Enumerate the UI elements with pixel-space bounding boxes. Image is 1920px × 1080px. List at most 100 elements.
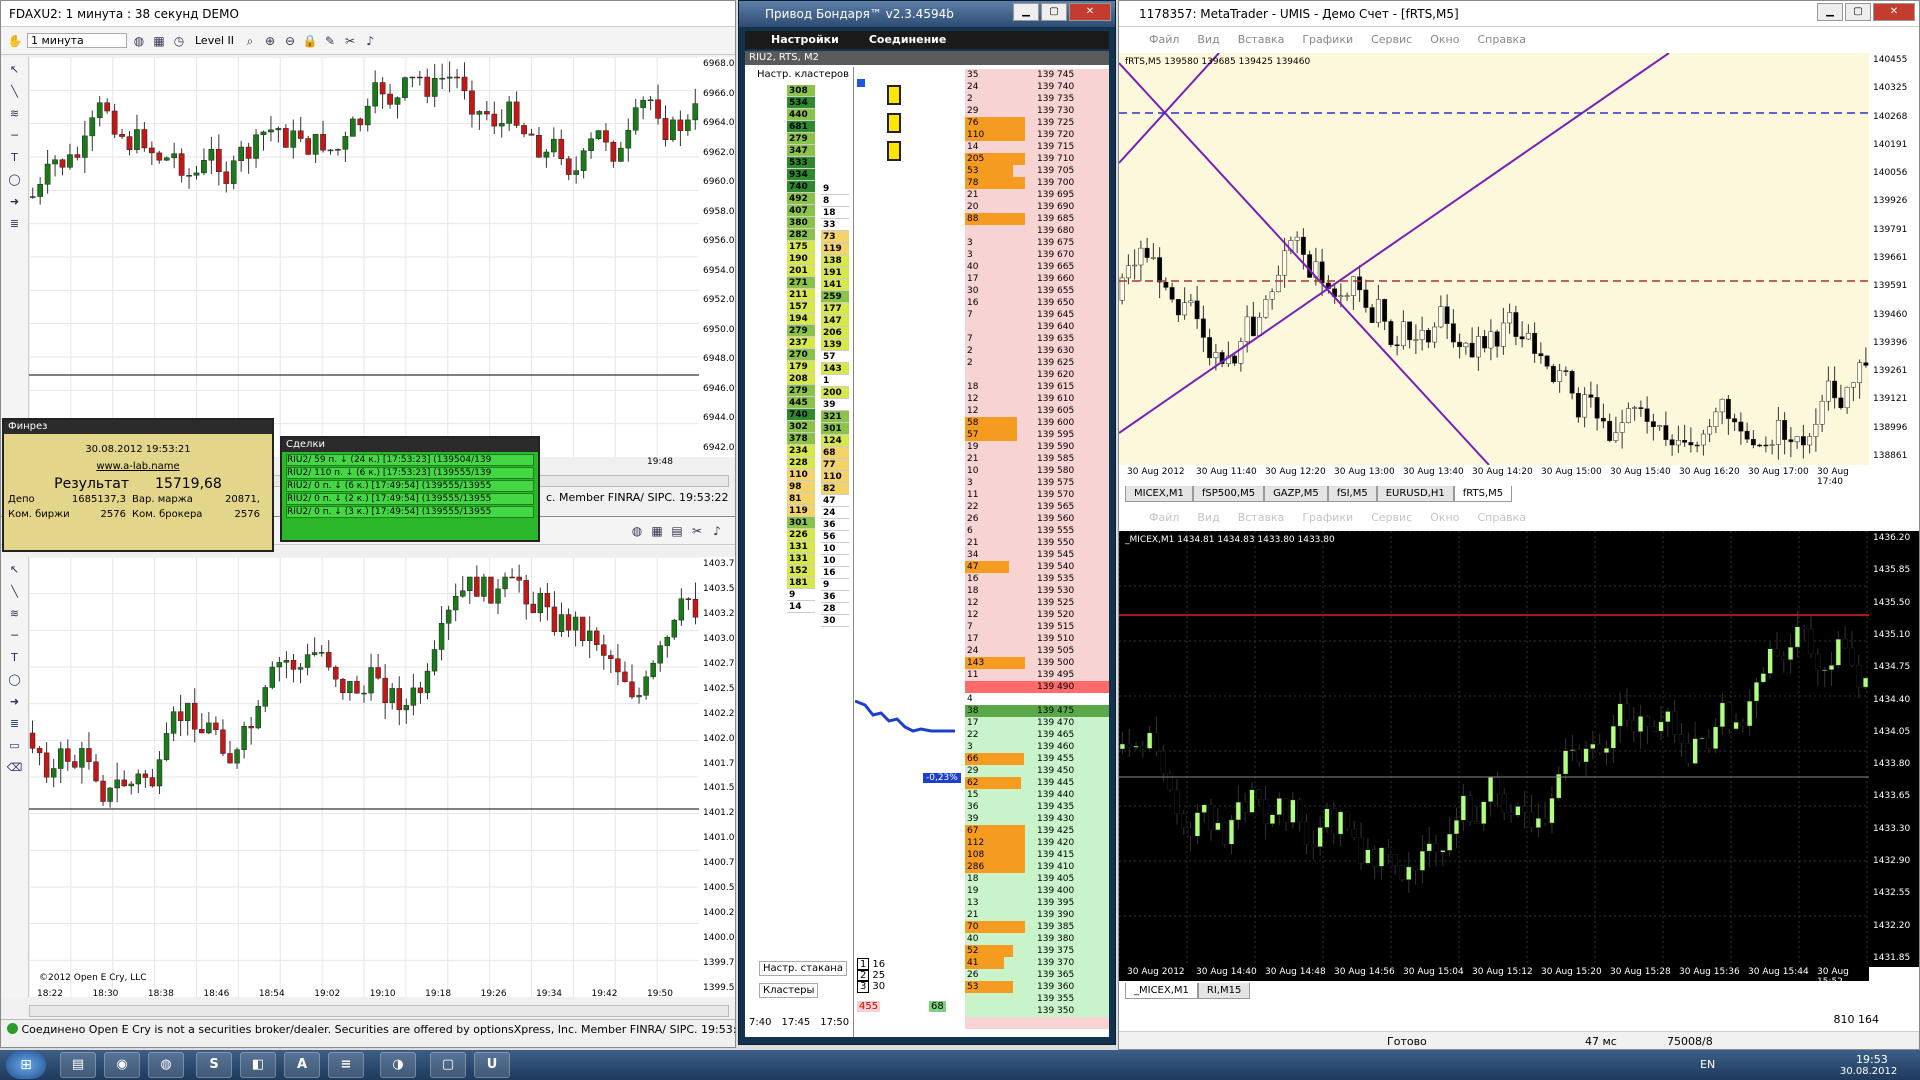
mt-menu-item[interactable]: Файл — [1149, 511, 1179, 524]
zoom-icon[interactable]: ⌕ — [242, 33, 258, 49]
price-row[interactable]: 52 139 375 — [965, 945, 1109, 957]
tray-time[interactable]: 19:53 — [1856, 1053, 1888, 1066]
price-row[interactable]: 110 139 720 — [965, 129, 1109, 141]
menu-settings[interactable]: Настройки — [771, 31, 839, 49]
price-row[interactable]: 3 139 670 — [965, 249, 1109, 261]
price-row[interactable]: 35 139 745 — [965, 69, 1109, 81]
price-row[interactable]: 40 139 665 — [965, 261, 1109, 273]
mt-menu-item[interactable]: Справка — [1477, 511, 1525, 524]
price-row[interactable]: 38 139 475 — [965, 705, 1109, 717]
taskbar-chrome-icon[interactable]: ◍ — [148, 1052, 184, 1078]
price-row[interactable]: 16 139 650 — [965, 297, 1109, 309]
lock-icon[interactable]: 🔒 — [302, 33, 318, 49]
ellipse-icon[interactable]: ◯ — [7, 173, 23, 189]
price-row[interactable]: 2 139 625 — [965, 357, 1109, 369]
price-row[interactable]: 58 139 600 — [965, 417, 1109, 429]
mt-chart-tab[interactable]: RI,M15 — [1197, 983, 1251, 999]
minimize-button[interactable]: ▁ — [1013, 3, 1039, 21]
taskbar-app-icon[interactable]: ◑ — [380, 1052, 416, 1078]
mt-chart-tab[interactable]: _MICEX,M1 — [1125, 983, 1198, 999]
hline-icon[interactable]: ─ — [7, 629, 23, 645]
taskbar-app-icon[interactable]: ≡ — [328, 1052, 364, 1078]
scissors-icon[interactable]: ✂ — [689, 523, 705, 539]
chart-icon[interactable]: ▤ — [669, 523, 685, 539]
price-row[interactable]: 57 139 595 — [965, 429, 1109, 441]
price-row[interactable]: 24 139 505 — [965, 645, 1109, 657]
oec-top-chart[interactable] — [29, 57, 699, 457]
text-icon[interactable]: T — [7, 151, 23, 167]
mt-menu-item[interactable]: Вид — [1197, 33, 1219, 46]
eraser-icon[interactable]: ⌫ — [7, 761, 23, 777]
price-row[interactable]: 3 139 675 — [965, 237, 1109, 249]
draw-icon[interactable]: ✎ — [322, 33, 338, 49]
ellipse-icon[interactable]: ◯ — [7, 673, 23, 689]
price-row[interactable]: 26 139 365 — [965, 969, 1109, 981]
price-row[interactable]: 3 139 575 — [965, 477, 1109, 489]
price-row[interactable]: 47 139 540 — [965, 561, 1109, 573]
mt-menu-item[interactable]: Вид — [1197, 511, 1219, 524]
mt-chart-tab[interactable]: fSP500,M5 — [1192, 486, 1265, 502]
finrez-site-link[interactable]: www.a-lab.name — [4, 461, 272, 472]
price-row[interactable]: 29 139 730 — [965, 105, 1109, 117]
price-row[interactable]: 40 139 380 — [965, 933, 1109, 945]
clusters-tab[interactable]: Кластеры — [759, 983, 819, 998]
mt-menu-item[interactable]: Вставка — [1238, 33, 1285, 46]
price-row[interactable]: 13 139 395 — [965, 897, 1109, 909]
price-row[interactable]: 11 139 570 — [965, 489, 1109, 501]
taskbar-skype-icon[interactable]: S — [196, 1052, 232, 1078]
price-row[interactable]: 18 139 615 — [965, 381, 1109, 393]
line-icon[interactable]: ╲ — [7, 85, 23, 101]
minimize-button[interactable]: ▁ — [1817, 3, 1843, 21]
price-row[interactable]: 21 139 390 — [965, 909, 1109, 921]
mt-chart-bottom[interactable] — [1119, 531, 1869, 967]
price-row[interactable]: 6 139 555 — [965, 525, 1109, 537]
price-row[interactable]: 30 139 655 — [965, 285, 1109, 297]
price-row[interactable]: 70 139 385 — [965, 921, 1109, 933]
price-row[interactable]: 18 139 530 — [965, 585, 1109, 597]
price-row[interactable]: 143 139 500 — [965, 657, 1109, 669]
globe-icon[interactable]: ◍ — [131, 33, 147, 49]
price-row[interactable]: 21 139 695 — [965, 189, 1109, 201]
clock-icon[interactable]: ◷ — [171, 33, 187, 49]
price-row[interactable]: 7 139 645 — [965, 309, 1109, 321]
cluster-settings-button[interactable]: Настр. кластеров — [757, 69, 850, 80]
mt-menu-item[interactable]: Справка — [1477, 33, 1525, 46]
price-row[interactable]: 53 139 705 — [965, 165, 1109, 177]
price-row[interactable]: 18 139 405 — [965, 873, 1109, 885]
taskbar-app-icon[interactable]: ▤ — [60, 1052, 96, 1078]
price-row[interactable]: 4 — [965, 693, 1109, 705]
price-row[interactable]: 17 139 510 — [965, 633, 1109, 645]
price-row[interactable]: 41 139 370 — [965, 957, 1109, 969]
mt-menu-item[interactable]: Сервис — [1371, 33, 1412, 46]
price-row[interactable]: 19 139 400 — [965, 885, 1109, 897]
arrow-icon[interactable]: ➜ — [7, 695, 23, 711]
level-ii-button[interactable]: Level II — [191, 34, 238, 47]
deal-row[interactable]: RIU2/ 0 п. ↓ (2 к.) [17:49:54] (139555/1… — [286, 493, 534, 505]
price-row[interactable]: 112 139 420 — [965, 837, 1109, 849]
price-row[interactable]: 2 139 735 — [965, 93, 1109, 105]
menu-connection[interactable]: Соединение — [869, 31, 947, 49]
price-row[interactable]: 11 139 495 — [965, 669, 1109, 681]
price-row[interactable]: 53 139 360 — [965, 981, 1109, 993]
grid-icon[interactable]: ▦ — [151, 33, 167, 49]
maximize-button[interactable]: ▢ — [1041, 3, 1067, 21]
price-row[interactable]: 19 139 590 — [965, 441, 1109, 453]
fib-icon[interactable]: ≣ — [7, 717, 23, 733]
mt-menu-item[interactable]: Графики — [1302, 33, 1353, 46]
price-row[interactable]: 36 139 435 — [965, 801, 1109, 813]
price-row[interactable]: 17 139 660 — [965, 273, 1109, 285]
maximize-button[interactable]: ▢ — [1845, 3, 1871, 21]
bell-icon[interactable]: ♪ — [709, 523, 725, 539]
price-row[interactable]: 108 139 415 — [965, 849, 1109, 861]
rect-icon[interactable]: ▭ — [7, 739, 23, 755]
deal-row[interactable]: RIU2/ 0 п. ↓ (3 к.) [17:49:54] (139555/1… — [286, 506, 534, 518]
price-row[interactable]: 20 139 690 — [965, 201, 1109, 213]
price-row[interactable]: 16 139 535 — [965, 573, 1109, 585]
mt-chart-tab[interactable]: fRTS,M5 — [1453, 486, 1513, 502]
price-row[interactable]: 205 139 710 — [965, 153, 1109, 165]
price-row[interactable]: 139 640 — [965, 321, 1109, 333]
taskbar-app-icon[interactable]: ◉ — [104, 1052, 140, 1078]
price-row[interactable]: 139 355 — [965, 993, 1109, 1005]
taskbar-app-icon[interactable]: ▢ — [430, 1052, 466, 1078]
mt-menu-item[interactable]: Вставка — [1238, 511, 1285, 524]
